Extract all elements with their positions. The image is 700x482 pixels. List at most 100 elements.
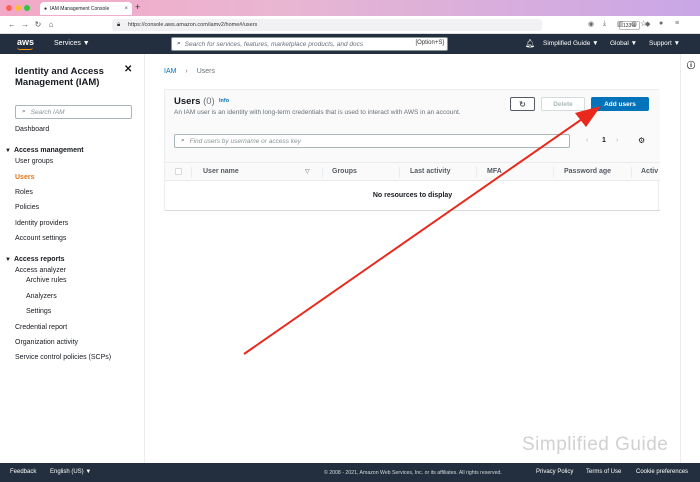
- table-settings-gear-icon[interactable]: ⚙: [638, 136, 645, 145]
- next-page-icon[interactable]: ›: [616, 137, 618, 144]
- pocket-icon[interactable]: ◉: [588, 20, 594, 28]
- previous-page-icon[interactable]: ‹: [586, 137, 588, 144]
- column-divider: [191, 167, 192, 178]
- url-text: https://console.aws.amazon.com/iamv2/hom…: [128, 22, 258, 28]
- browser-toolbar: ← → ↻ ⌂ 🔒︎ https://console.aws.amazon.co…: [0, 16, 700, 34]
- back-icon[interactable]: ←: [6, 20, 18, 29]
- add-users-button[interactable]: Add users: [591, 97, 649, 111]
- sidebar-section-access-reports[interactable]: ▼ Access reports: [5, 256, 65, 263]
- page-number[interactable]: 1: [602, 137, 606, 144]
- copyright-text: © 2008 - 2021, Amazon Web Services, Inc.…: [324, 470, 502, 476]
- column-mfa[interactable]: MFA: [487, 168, 502, 175]
- sidebar-item-credential-report[interactable]: Credential report: [15, 324, 67, 331]
- section-label: Access reports: [13, 256, 65, 263]
- sidebar-item-user-groups[interactable]: User groups: [15, 158, 53, 165]
- minimize-window-button[interactable]: [15, 5, 21, 11]
- sidebar-item-access-analyzer[interactable]: Access analyzer: [15, 267, 66, 274]
- sidebar-item-account-settings[interactable]: Account settings: [15, 235, 66, 242]
- main-content: IAM › Users Users (0) Info An IAM user i…: [145, 54, 674, 463]
- caret-down-icon: ▼: [82, 40, 90, 47]
- extension-icon[interactable]: ◍: [631, 20, 637, 28]
- address-bar[interactable]: 🔒︎ https://console.aws.amazon.com/iamv2/…: [112, 19, 647, 31]
- column-password-age[interactable]: Password age: [564, 168, 611, 175]
- downloads-icon[interactable]: ⤓: [603, 20, 606, 28]
- breadcrumb-iam[interactable]: IAM: [164, 68, 176, 75]
- reload-icon[interactable]: ↻: [32, 20, 44, 29]
- sidebar-item-analyzers[interactable]: Analyzers: [26, 293, 57, 300]
- sidebar-item-settings[interactable]: Settings: [26, 308, 51, 315]
- browser-tab[interactable]: ● IAM Management Console ×: [40, 2, 132, 15]
- sidebar-item-policies[interactable]: Policies: [15, 204, 39, 211]
- search-icon: ⌕: [22, 108, 26, 115]
- panel-title: Users (0): [174, 96, 215, 107]
- region-label: Global: [610, 40, 629, 47]
- aws-logo[interactable]: aws: [17, 37, 34, 47]
- sidebar-item-identity-providers[interactable]: Identity providers: [15, 220, 68, 227]
- notifications-bell-icon[interactable]: 🔔︎: [525, 39, 535, 48]
- aws-logo-smile: [17, 47, 33, 50]
- terms-of-use-link[interactable]: Terms of Use: [586, 469, 621, 475]
- close-window-button[interactable]: [6, 5, 12, 11]
- section-label: Access management: [13, 147, 84, 154]
- refresh-button[interactable]: ↻: [510, 97, 535, 111]
- maximize-window-button[interactable]: [24, 5, 30, 11]
- new-tab-icon[interactable]: +: [135, 2, 140, 12]
- column-divider: [322, 167, 323, 178]
- forward-icon[interactable]: →: [19, 20, 31, 29]
- column-user-name[interactable]: User name: [203, 168, 239, 175]
- info-link[interactable]: Info: [219, 98, 229, 104]
- info-icon[interactable]: ⓘ: [687, 60, 695, 71]
- region-menu[interactable]: Global ▼: [610, 40, 637, 47]
- sidebar-item-organization-activity[interactable]: Organization activity: [15, 339, 78, 346]
- search-icon: ⌕: [177, 40, 181, 47]
- sidebar-section-access-management[interactable]: ▼ Access management: [5, 147, 84, 154]
- column-active-key-age[interactable]: Activ: [641, 168, 658, 175]
- panel-description: An IAM user is an identity with long-ter…: [174, 109, 461, 116]
- sidebar-item-dashboard[interactable]: Dashboard: [15, 126, 49, 133]
- addon-icon[interactable]: ◆: [645, 20, 650, 28]
- sidebar-close-icon[interactable]: ✕: [124, 64, 132, 75]
- select-all-checkbox[interactable]: [175, 168, 182, 175]
- privacy-policy-link[interactable]: Privacy Policy: [536, 469, 573, 475]
- browser-tab-bar: ● IAM Management Console × +: [0, 0, 700, 16]
- sidebar-item-scps[interactable]: Service control policies (SCPs): [15, 354, 111, 361]
- column-last-activity[interactable]: Last activity: [410, 168, 450, 175]
- lock-icon: 🔒︎: [117, 21, 121, 28]
- tab-close-icon[interactable]: ×: [124, 6, 128, 12]
- panel-bottom-border: [165, 210, 660, 211]
- sidebar-search-input[interactable]: ⌕ Search IAM: [15, 105, 132, 119]
- refresh-icon: ↻: [519, 99, 526, 109]
- column-groups[interactable]: Groups: [332, 168, 357, 175]
- account-icon[interactable]: ●: [659, 20, 663, 27]
- sidebar-item-users[interactable]: Users: [15, 174, 34, 181]
- column-divider: [553, 167, 554, 178]
- sidebar-item-roles[interactable]: Roles: [15, 189, 33, 196]
- support-menu[interactable]: Support ▼: [649, 40, 680, 47]
- iam-sidebar: Identity and Access Management (IAM) ✕ ⌕…: [0, 54, 145, 463]
- sort-caret-down-icon[interactable]: ▽: [305, 168, 310, 175]
- breadcrumb-users: Users: [196, 68, 215, 75]
- language-label: English (US): [50, 469, 84, 475]
- users-panel: Users (0) Info An IAM user is an identit…: [164, 89, 660, 211]
- column-divider: [631, 167, 632, 178]
- services-menu[interactable]: Services ▼: [54, 40, 90, 47]
- feedback-link[interactable]: Feedback: [10, 469, 36, 475]
- menu-icon[interactable]: ≡: [675, 20, 679, 27]
- support-label: Support: [649, 40, 672, 47]
- delete-button[interactable]: Delete: [541, 97, 585, 111]
- users-search-input[interactable]: ⌕ Find users by username or access key: [174, 134, 570, 148]
- column-divider: [476, 167, 477, 178]
- language-selector[interactable]: English (US) ▼: [50, 469, 91, 475]
- caret-down-icon: ▼: [5, 148, 11, 154]
- column-divider: [399, 167, 400, 178]
- empty-state-message: No resources to display: [372, 192, 453, 199]
- cookie-preferences-link[interactable]: Cookie preferences: [636, 469, 688, 475]
- account-menu[interactable]: Simplified Guide ▼: [543, 40, 599, 47]
- sidebar-title: Identity and Access Management (IAM): [15, 66, 104, 88]
- library-icon[interactable]: ▥: [617, 20, 624, 28]
- home-icon[interactable]: ⌂: [45, 20, 57, 29]
- aws-top-nav: aws Services ▼ ⌕ Search for services, fe…: [0, 34, 700, 54]
- help-panel-rail: ⓘ: [680, 54, 700, 463]
- global-search-input[interactable]: ⌕ Search for services, features, marketp…: [171, 37, 448, 51]
- sidebar-item-archive-rules[interactable]: Archive rules: [26, 277, 66, 284]
